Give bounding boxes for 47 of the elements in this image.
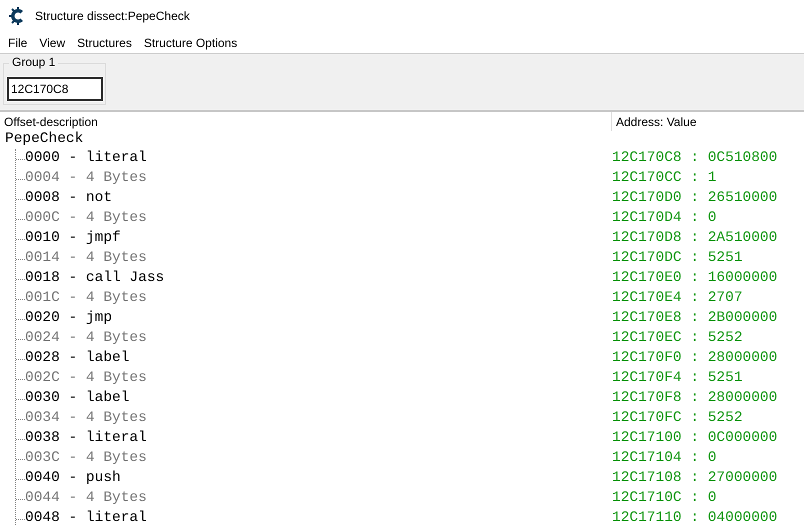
address-value: 12C1710C : 0 [612, 489, 716, 508]
address-value: 12C170D0 : 26510000 [612, 189, 778, 208]
tree-item[interactable]: 0000 - literal [25, 148, 612, 170]
menu-item[interactable]: Structure Options [138, 34, 244, 52]
address-value: 12C17110 : 04000000 [612, 509, 778, 526]
tree-item[interactable]: 0030 - label [25, 388, 612, 410]
address-value: 12C17100 : 0C000000 [612, 429, 778, 448]
tree-item[interactable]: 0010 - jmpf [25, 228, 612, 250]
tree-item[interactable]: 0024 - 4 Bytes [25, 328, 612, 350]
tree-item[interactable]: 0004 - 4 Bytes [25, 168, 612, 190]
tree-item[interactable]: 0044 - 4 Bytes [25, 488, 612, 510]
address-value: 12C170F0 : 28000000 [612, 349, 778, 368]
address-value: 12C170E4 : 2707 [612, 289, 743, 308]
address-value: 12C170F4 : 5251 [612, 369, 743, 388]
tree-item[interactable]: 0038 - literal [25, 428, 612, 450]
tree-item[interactable]: 0020 - jmp [25, 308, 612, 330]
tree-item[interactable]: 0040 - push [25, 468, 612, 490]
address-value: 12C170E0 : 16000000 [612, 269, 778, 288]
tree-item[interactable]: 0034 - 4 Bytes [25, 408, 612, 430]
tree-item[interactable]: 0028 - label [25, 348, 612, 370]
menu-item[interactable]: File [2, 34, 34, 52]
address-field[interactable]: 12C170C8 [7, 77, 103, 101]
group-title: Group 1 [9, 55, 58, 69]
address-value: 12C170FC : 5252 [612, 409, 743, 428]
address-value: 12C170CC : 1 [612, 169, 716, 188]
tree-item[interactable]: 0048 - literal [25, 508, 612, 526]
address-value: 12C170F8 : 28000000 [612, 389, 778, 408]
tree-item[interactable]: 0018 - call Jass [25, 268, 612, 290]
tree-item[interactable]: 0014 - 4 Bytes [25, 248, 612, 270]
address-value: 12C170D8 : 2A510000 [612, 229, 778, 248]
address-value: 12C170C8 : 0C510800 [612, 149, 778, 168]
window-title: Structure dissect:PepeCheck [35, 8, 190, 25]
menu-item[interactable]: Structures [71, 34, 138, 52]
tree-item[interactable]: 0008 - not [25, 188, 612, 210]
tree-item[interactable]: 003C - 4 Bytes [25, 448, 612, 470]
tree-item[interactable]: 002C - 4 Bytes [25, 368, 612, 390]
tree-item[interactable]: 000C - 4 Bytes [25, 208, 612, 230]
address-value: 12C17108 : 27000000 [612, 469, 778, 488]
address-value: 12C170E8 : 2B000000 [612, 309, 778, 328]
address-value: 12C170DC : 5251 [612, 249, 743, 268]
address-value: 12C17104 : 0 [612, 449, 716, 468]
tree-root[interactable]: PepeCheck [5, 129, 84, 151]
menu-item[interactable]: View [33, 34, 72, 52]
address-value: 12C170D4 : 0 [612, 209, 716, 228]
tree-item[interactable]: 001C - 4 Bytes [25, 288, 612, 310]
address-value: 12C170EC : 5252 [612, 329, 743, 348]
column-header[interactable]: Address: Value [612, 112, 804, 131]
